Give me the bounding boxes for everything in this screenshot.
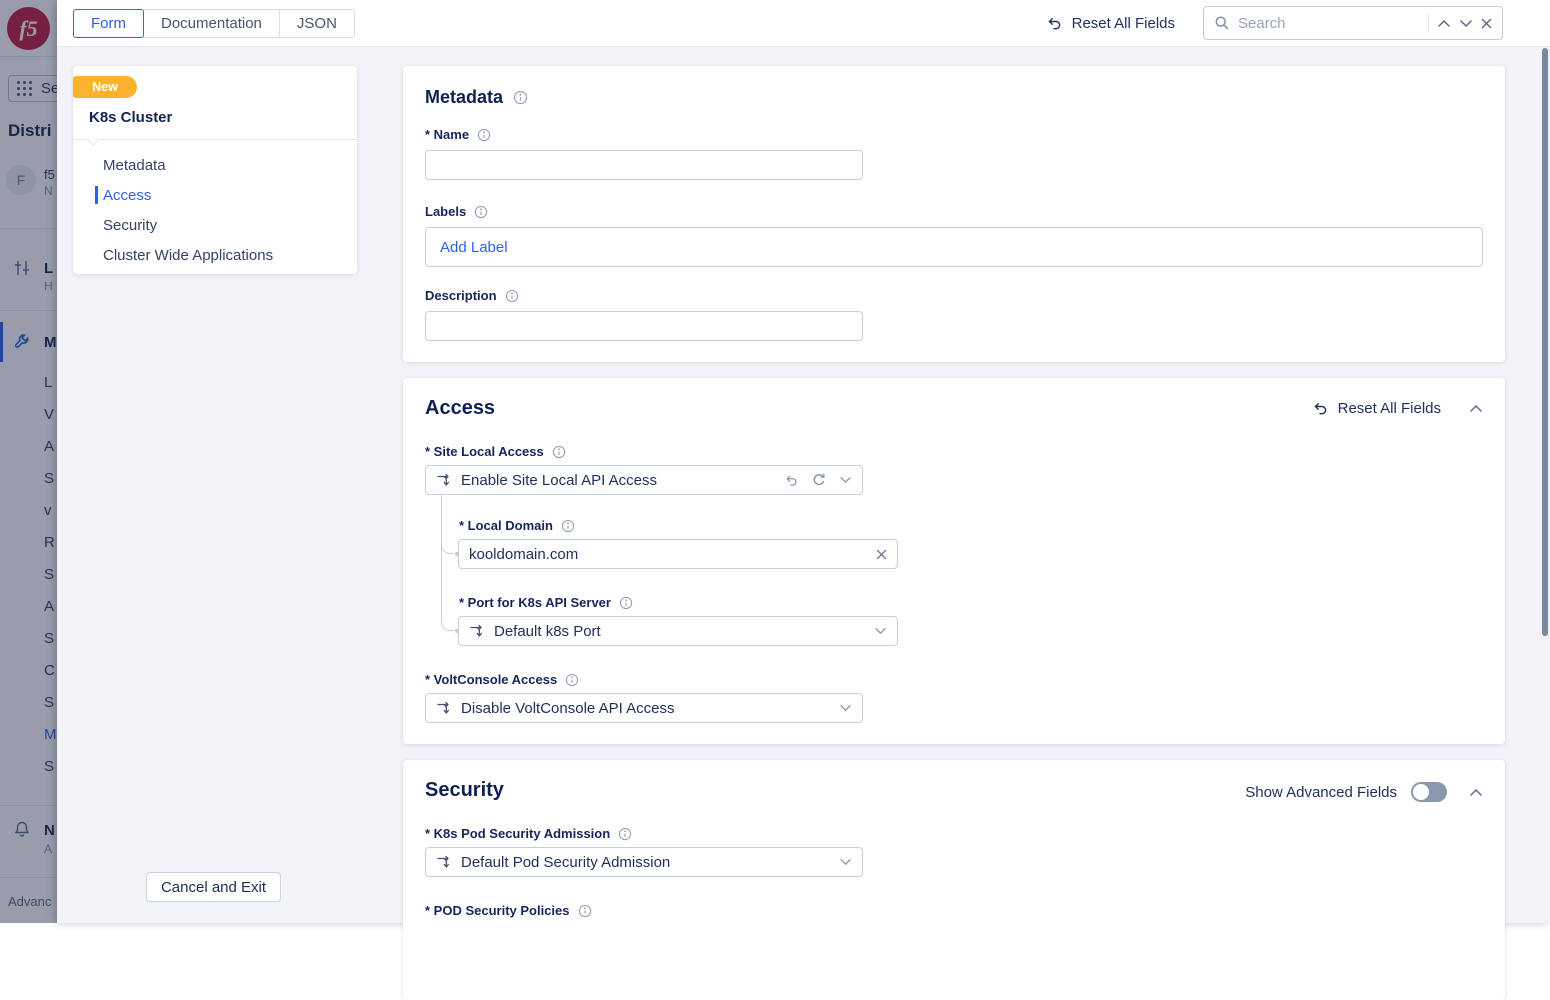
access-reset-fields-label: Reset All Fields <box>1338 400 1441 417</box>
voltconsole-access-select[interactable]: Disable VoltConsole API Access <box>425 693 863 723</box>
name-input[interactable] <box>436 157 852 174</box>
oneof-icon <box>436 473 452 488</box>
chevron-down-icon[interactable] <box>839 858 852 866</box>
collapse-section-button[interactable] <box>1469 404 1483 413</box>
oneof-icon <box>469 624 485 639</box>
security-section-title: Security <box>425 779 504 802</box>
site-local-access-select[interactable]: Enable Site Local API Access <box>425 465 863 495</box>
chevron-down-icon[interactable] <box>874 627 887 635</box>
local-domain-label: * Local Domain <box>459 518 553 533</box>
add-label-button[interactable]: Add Label <box>440 239 508 256</box>
divider <box>1428 14 1429 32</box>
info-icon[interactable] <box>477 128 491 142</box>
toggle-knob <box>1413 784 1429 800</box>
labels-label: Labels <box>425 204 466 219</box>
k8s-pod-security-admission-select[interactable]: Default Pod Security Admission <box>425 847 863 877</box>
tab-json[interactable]: JSON <box>279 9 355 38</box>
description-label: Description <box>425 288 497 303</box>
site-local-access-label: * Site Local Access <box>425 444 544 459</box>
port-k8s-api-value: Default k8s Port <box>494 623 865 640</box>
info-icon[interactable] <box>561 519 575 533</box>
tab-documentation[interactable]: Documentation <box>143 9 280 38</box>
chevron-down-icon[interactable] <box>839 476 852 484</box>
view-tabs: Form Documentation JSON <box>73 9 355 38</box>
search-close-button[interactable] <box>1481 18 1492 29</box>
name-label: * Name <box>425 127 469 142</box>
reset-all-fields-button[interactable]: Reset All Fields <box>1046 15 1175 32</box>
info-icon[interactable] <box>565 673 579 687</box>
divider <box>73 139 357 140</box>
search-next-button[interactable] <box>1459 19 1473 28</box>
oneof-icon <box>436 701 452 716</box>
labels-container: Add Label <box>425 227 1483 267</box>
oneof-icon <box>436 855 452 870</box>
chevron-down-icon[interactable] <box>839 704 852 712</box>
info-icon[interactable] <box>619 596 633 610</box>
object-nav-panel: New K8s Cluster Metadata Access Security… <box>73 66 357 274</box>
section-nav: Metadata Access Security Cluster Wide Ap… <box>73 150 357 270</box>
form-search <box>1203 6 1503 40</box>
description-input[interactable] <box>436 318 852 335</box>
collapse-notch-icon <box>87 134 98 145</box>
show-advanced-fields-toggle[interactable] <box>1411 782 1447 802</box>
port-k8s-api-label: * Port for K8s API Server <box>459 595 611 610</box>
clear-field-icon[interactable] <box>876 549 887 560</box>
info-icon[interactable] <box>552 445 566 459</box>
info-icon[interactable] <box>505 289 519 303</box>
local-domain-input[interactable] <box>469 546 876 563</box>
voltconsole-access-label: * VoltConsole Access <box>425 672 557 687</box>
nested-connector <box>441 495 442 623</box>
k8s-pod-security-admission-label: * K8s Pod Security Admission <box>425 826 610 841</box>
access-section-title: Access <box>425 397 495 420</box>
nav-item-cluster-wide-applications[interactable]: Cluster Wide Applications <box>73 240 357 270</box>
reset-all-fields-label: Reset All Fields <box>1072 15 1175 32</box>
pod-security-policies-label: * POD Security Policies <box>425 903 570 918</box>
security-section: Security Show Advanced Fields * K8s Pod … <box>403 760 1505 1000</box>
info-icon[interactable] <box>474 205 488 219</box>
k8s-pod-security-admission-value: Default Pod Security Admission <box>461 854 830 871</box>
nav-item-access[interactable]: Access <box>73 180 357 210</box>
field-undo-icon[interactable] <box>784 474 799 487</box>
nav-item-security[interactable]: Security <box>73 210 357 240</box>
voltconsole-access-value: Disable VoltConsole API Access <box>461 700 830 717</box>
undo-icon <box>1312 401 1329 416</box>
undo-icon <box>1046 16 1063 31</box>
access-reset-fields-button[interactable]: Reset All Fields <box>1312 400 1441 417</box>
nested-connector-elbow <box>441 536 454 554</box>
search-prev-button[interactable] <box>1437 19 1451 28</box>
search-icon <box>1214 15 1230 31</box>
tab-form[interactable]: Form <box>73 9 144 38</box>
nav-item-metadata[interactable]: Metadata <box>73 150 357 180</box>
search-input[interactable] <box>1238 15 1420 32</box>
port-k8s-api-select[interactable]: Default k8s Port <box>458 616 898 646</box>
info-icon[interactable] <box>578 904 592 918</box>
new-badge: New <box>73 76 137 98</box>
modal-topbar: Form Documentation JSON Reset All Fields <box>57 0 1550 47</box>
k8s-cluster-modal: Form Documentation JSON Reset All Fields <box>57 0 1550 923</box>
nested-connector-elbow <box>441 613 454 631</box>
info-icon[interactable] <box>618 827 632 841</box>
field-refresh-icon[interactable] <box>812 473 826 487</box>
site-local-access-value: Enable Site Local API Access <box>461 472 775 489</box>
metadata-section-title: Metadata <box>425 87 503 108</box>
metadata-section: Metadata * Name Labels Add Label Descrip… <box>403 66 1505 362</box>
scrollbar[interactable] <box>1542 48 1548 636</box>
access-section: Access Reset All Fields * Site Local Acc… <box>403 378 1505 744</box>
object-title: K8s Cluster <box>89 109 172 126</box>
show-advanced-fields-label: Show Advanced Fields <box>1245 784 1397 801</box>
collapse-section-button[interactable] <box>1469 788 1483 797</box>
info-icon[interactable] <box>513 90 528 105</box>
cancel-and-exit-button[interactable]: Cancel and Exit <box>146 872 281 902</box>
